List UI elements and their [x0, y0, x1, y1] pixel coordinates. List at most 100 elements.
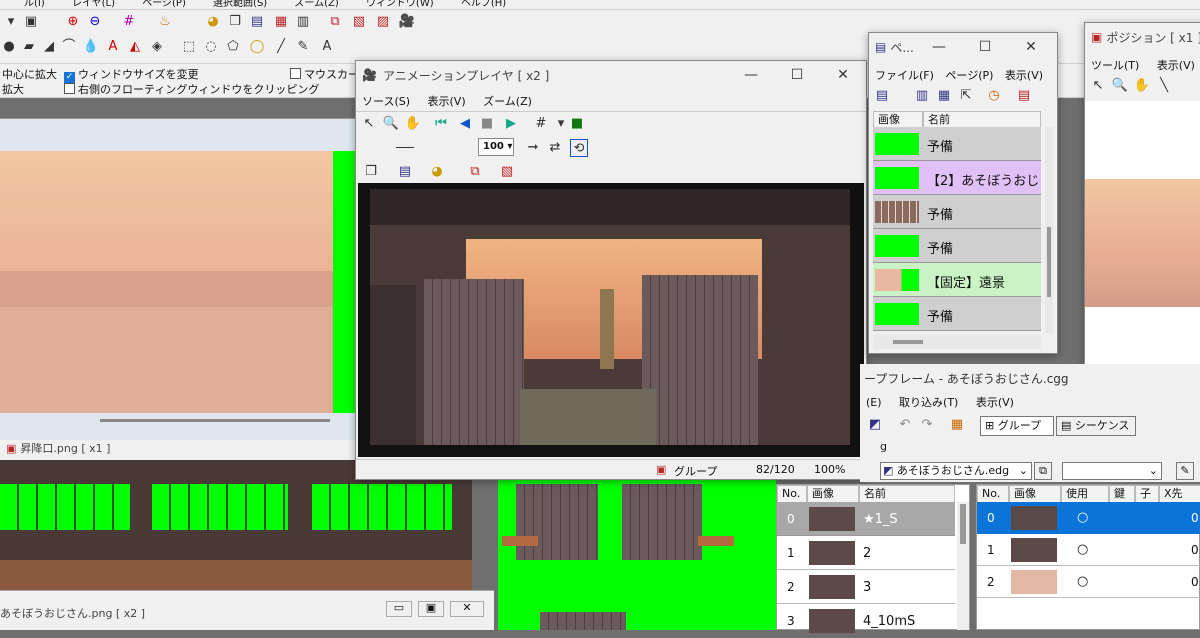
- circle-tool-icon[interactable]: ●: [0, 38, 18, 56]
- table-row[interactable]: 12: [777, 536, 955, 570]
- frame-icon[interactable]: ▧: [350, 13, 368, 31]
- palette-icon[interactable]: ◕: [428, 163, 446, 181]
- eraser-icon[interactable]: ◈: [148, 38, 166, 56]
- table-row[interactable]: 2 ○ 0: [977, 566, 1200, 598]
- magnifier-icon[interactable]: 🔍: [382, 115, 400, 133]
- menu-source[interactable]: ソース(S): [362, 95, 410, 108]
- loop-icon[interactable]: ⟲: [570, 139, 588, 157]
- pen-icon[interactable]: ✎: [294, 38, 312, 56]
- magnifier-icon[interactable]: 🔍: [1111, 77, 1129, 95]
- list-item[interactable]: 【固定】遠景: [873, 263, 1041, 297]
- book-red-icon[interactable]: ▤: [1015, 87, 1033, 105]
- onion-icon[interactable]: ♨: [156, 13, 174, 31]
- play-back-icon[interactable]: ◀: [456, 115, 474, 133]
- menu-edit[interactable]: (E): [866, 396, 882, 409]
- close-button[interactable]: ✕: [450, 601, 484, 617]
- rewind-icon[interactable]: ⏮: [432, 115, 450, 133]
- menu-view[interactable]: 表示(V): [976, 396, 1014, 409]
- chevron-icon[interactable]: g: [880, 440, 894, 456]
- menu-view[interactable]: 表示(V): [1157, 59, 1195, 72]
- hand-icon[interactable]: ✋: [404, 115, 422, 133]
- position-titlebar[interactable]: ▣ ポジション [ x1 ]: [1085, 23, 1200, 51]
- page-copy-icon[interactable]: ▥: [913, 87, 931, 105]
- list-item[interactable]: 【2】あそぼうおじさん: [873, 161, 1041, 195]
- layers-icon[interactable]: ◩: [866, 416, 884, 434]
- zoom-option[interactable]: 拡大: [2, 81, 24, 97]
- redo-icon[interactable]: ↷: [918, 416, 936, 434]
- lasso-icon[interactable]: ⌒: [60, 38, 78, 56]
- maximize-button[interactable]: ▣: [418, 601, 444, 617]
- line-icon[interactable]: ╱: [272, 38, 290, 56]
- menu-import[interactable]: 取り込み(T): [899, 396, 958, 409]
- export-icon[interactable]: ■: [568, 115, 586, 133]
- menu-window[interactable]: ウィンドウ(W): [366, 0, 434, 9]
- edg-settings-button[interactable]: ⧉: [1034, 462, 1052, 480]
- tab-group[interactable]: ⊞ グループ: [980, 416, 1054, 436]
- table-row[interactable]: 0 ○ 0: [977, 502, 1200, 534]
- table-row[interactable]: 0 ★1_S: [777, 502, 955, 536]
- use-marker[interactable]: ○: [1077, 542, 1088, 557]
- secondary-select[interactable]: ⌄: [1062, 462, 1162, 480]
- timeline-icon[interactable]: ▦: [948, 416, 966, 434]
- asobou-titlebar[interactable]: あそぼうおじさん.png [ x2 ]: [0, 605, 145, 621]
- fill-shape-icon[interactable]: ▰: [20, 38, 38, 56]
- table-row[interactable]: 23: [777, 570, 955, 604]
- page-move-icon[interactable]: ▦: [935, 87, 953, 105]
- undo-icon[interactable]: ↶: [896, 416, 914, 434]
- menu-selection[interactable]: 選択範囲(S): [213, 0, 267, 9]
- clip-floating-checkbox[interactable]: 右側のフローティングウィンドウをクリッピング: [64, 81, 319, 97]
- image-icon[interactable]: ▦: [272, 13, 290, 31]
- edg-file-select[interactable]: ◩ あそぼうおじさん.edg ⌄: [880, 462, 1032, 480]
- use-marker[interactable]: ○: [1077, 574, 1088, 589]
- copy-icon[interactable]: ❐: [362, 163, 380, 181]
- stop-icon[interactable]: ■: [478, 115, 496, 133]
- close-button[interactable]: ✕: [820, 61, 866, 89]
- maximize-button[interactable]: ☐: [774, 61, 820, 89]
- grid-icon[interactable]: #: [120, 13, 138, 31]
- edit-button[interactable]: ✎: [1176, 462, 1194, 480]
- zoom-out-icon[interactable]: ⊖: [86, 13, 104, 31]
- grid-icon[interactable]: #: [532, 115, 550, 133]
- menu-view[interactable]: 表示(V): [428, 95, 466, 108]
- zoom-in-icon[interactable]: ⊕: [64, 13, 82, 31]
- list-item[interactable]: 予備: [873, 229, 1041, 263]
- maximize-button[interactable]: ☐: [965, 33, 1005, 61]
- arrow-right-icon[interactable]: ➞: [524, 139, 542, 157]
- ellipse-select-icon[interactable]: ◌: [202, 38, 220, 56]
- menu-help[interactable]: ヘルプ(H): [461, 0, 506, 9]
- minimize-button[interactable]: —: [728, 61, 774, 89]
- menu-tool[interactable]: ツール(T): [1091, 59, 1139, 72]
- list-item[interactable]: 予備: [873, 297, 1041, 331]
- minimize-button[interactable]: —: [919, 33, 959, 61]
- minimize-button[interactable]: ▭: [386, 601, 412, 617]
- poly-select-icon[interactable]: ⬠: [224, 38, 242, 56]
- text-red-icon[interactable]: A: [104, 38, 122, 56]
- center-zoom-option[interactable]: 中心に拡大: [2, 66, 57, 82]
- copy-icon[interactable]: ❐: [226, 13, 244, 31]
- frame-icon[interactable]: ▧: [498, 163, 516, 181]
- dropdown-icon[interactable]: ▾: [2, 13, 20, 31]
- table-row[interactable]: 3 4_10mS: [777, 604, 955, 638]
- lasso-select-icon[interactable]: ◯: [248, 38, 266, 56]
- vertical-scrollbar[interactable]: [957, 502, 969, 630]
- vertical-scrollbar[interactable]: [1045, 127, 1053, 333]
- clock-icon[interactable]: ◷: [985, 87, 1003, 105]
- arrows-both-icon[interactable]: ⇄: [546, 139, 564, 157]
- menu-zoom[interactable]: ズーム(Z): [483, 95, 532, 108]
- hand-icon[interactable]: ✋: [1133, 77, 1151, 95]
- menu-page[interactable]: ページ(P): [945, 69, 993, 82]
- movie-icon[interactable]: 🎥: [398, 13, 416, 31]
- menu-file[interactable]: ファイル(F): [875, 69, 934, 82]
- menu-tool[interactable]: ル(I): [24, 0, 45, 9]
- tab-sequence[interactable]: ▤ シーケンス: [1056, 416, 1136, 436]
- menu-view[interactable]: 表示(V): [1005, 69, 1043, 82]
- palette-icon[interactable]: ◕: [204, 13, 222, 31]
- group-add-icon[interactable]: ⧉: [466, 163, 484, 181]
- book-icon[interactable]: ▤: [248, 13, 266, 31]
- close-button[interactable]: ✕: [1011, 33, 1051, 61]
- book-icon[interactable]: ▤: [396, 163, 414, 181]
- poly-icon[interactable]: ◢: [40, 38, 58, 56]
- speed-select[interactable]: 100 ▾: [478, 138, 514, 156]
- menu-layer[interactable]: レイヤ(L): [72, 0, 115, 9]
- table-row[interactable]: 1 ○ 0: [977, 534, 1200, 566]
